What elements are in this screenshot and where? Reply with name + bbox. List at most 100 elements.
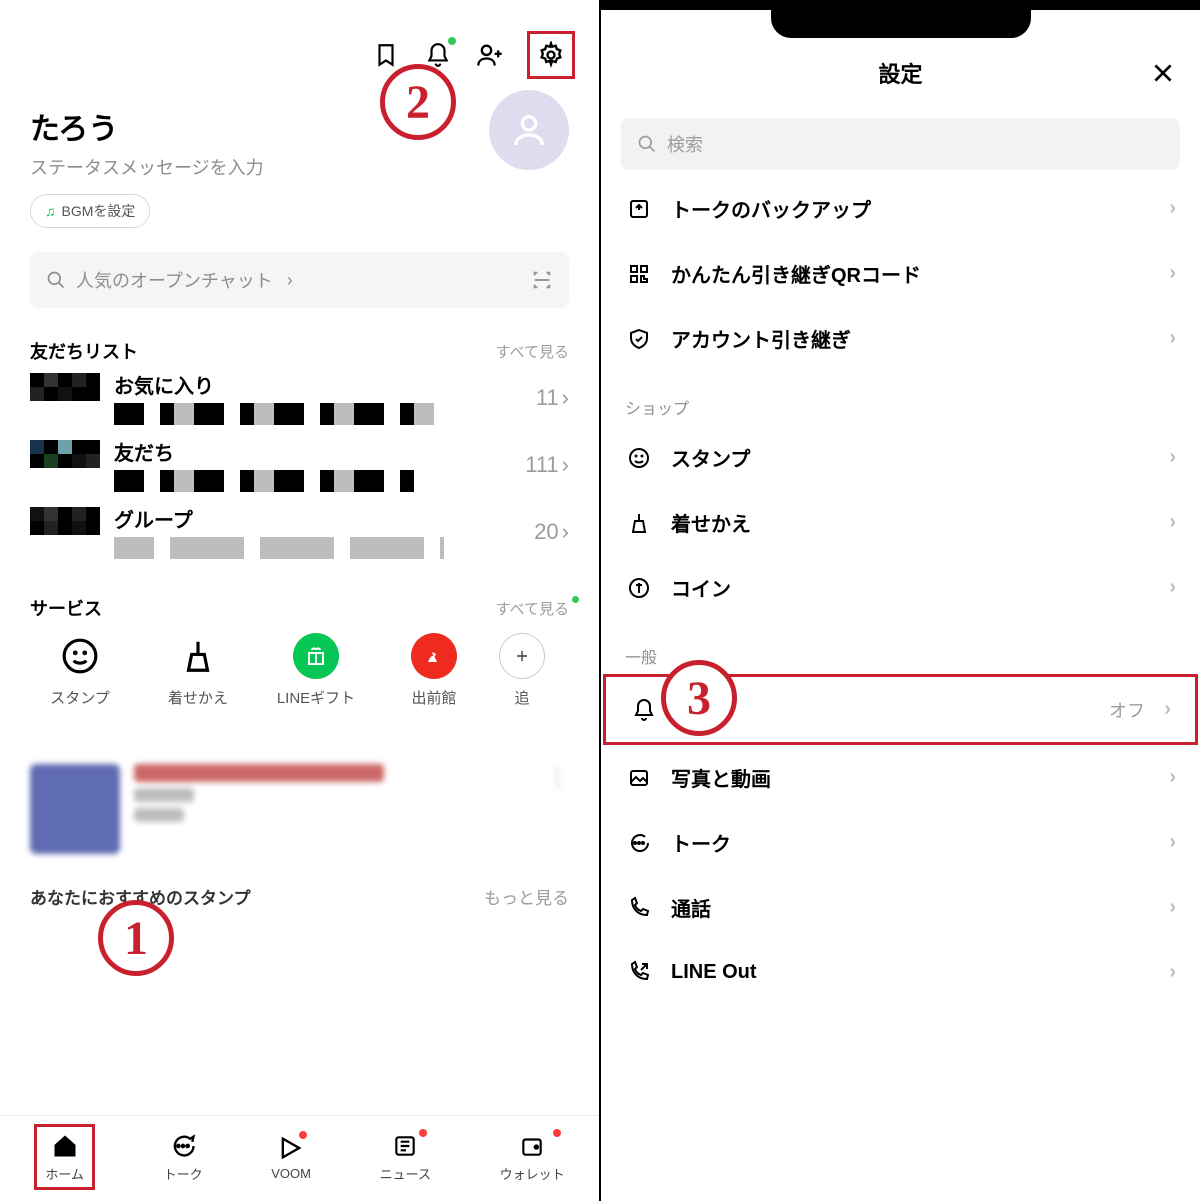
tab-home[interactable]: ホーム xyxy=(45,1131,84,1183)
pixelated-avatar-icon xyxy=(30,440,100,490)
friends-row-name: グループ xyxy=(114,504,520,533)
demaekan-icon xyxy=(411,633,457,679)
row-label: 着せかえ xyxy=(671,508,751,537)
friends-section-header: 友だちリスト すべて見る xyxy=(0,338,599,364)
settings-row-qr[interactable]: かんたん引き継ぎQRコード › xyxy=(601,241,1200,306)
settings-search[interactable]: 検索 xyxy=(621,118,1180,170)
wallet-icon xyxy=(517,1131,547,1161)
service-demaekan[interactable]: 出前館 xyxy=(384,633,484,708)
recs-more[interactable]: もっと見る xyxy=(484,884,569,909)
status-message[interactable]: ステータスメッセージを入力 xyxy=(30,154,569,180)
qr-scan-icon[interactable] xyxy=(531,269,553,291)
settings-row-coin[interactable]: コイン › xyxy=(601,555,1200,620)
recommendations-header: あなたにおすすめのスタンプ もっと見る xyxy=(0,884,599,909)
content-card[interactable]: ⋮ xyxy=(30,764,569,854)
music-note-icon: ♫ xyxy=(45,203,56,219)
row-label: アカウント引き継ぎ xyxy=(671,324,851,353)
profile-block: たろう ステータスメッセージを入力 ♫ BGMを設定 xyxy=(0,80,599,228)
friends-row-name: お気に入り xyxy=(114,370,522,399)
shield-check-icon xyxy=(625,325,653,353)
chevron-right-icon: › xyxy=(562,452,569,478)
tab-label: VOOM xyxy=(271,1166,311,1181)
friends-see-all[interactable]: すべて見る xyxy=(496,341,569,362)
coin-icon xyxy=(625,574,653,602)
service-label: LINEギフト xyxy=(277,687,355,708)
search-icon xyxy=(46,270,66,290)
add-friend-icon[interactable] xyxy=(475,40,505,70)
chevron-right-icon: › xyxy=(1169,327,1176,350)
phone-icon xyxy=(625,894,653,922)
tab-wallet[interactable]: ウォレット xyxy=(500,1131,565,1183)
friends-row-count: 11 xyxy=(536,385,559,411)
settings-row-stamp[interactable]: スタンプ › xyxy=(601,425,1200,490)
row-label: LINE Out xyxy=(671,961,757,984)
close-button[interactable] xyxy=(1148,58,1178,88)
chat-bubble-icon xyxy=(625,829,653,857)
settings-title: 設定 xyxy=(878,57,922,89)
plus-icon xyxy=(499,633,545,679)
tab-talk[interactable]: トーク xyxy=(164,1131,203,1183)
settings-row-account[interactable]: アカウント引き継ぎ › xyxy=(601,306,1200,371)
qr-icon xyxy=(625,260,653,288)
friends-row-friends[interactable]: 友だち 111› xyxy=(0,431,599,498)
service-label: 追 xyxy=(514,687,529,708)
bgm-button[interactable]: ♫ BGMを設定 xyxy=(30,194,150,228)
service-add[interactable]: 追 xyxy=(502,633,542,708)
smiley-icon xyxy=(57,633,103,679)
tab-news[interactable]: ニュース xyxy=(380,1131,431,1183)
chevron-right-icon: › xyxy=(1164,698,1171,721)
more-dots-icon[interactable]: ⋮ xyxy=(547,764,569,790)
brush-icon xyxy=(625,509,653,537)
row-label: 通話 xyxy=(671,893,711,922)
settings-search-placeholder: 検索 xyxy=(667,131,703,157)
tab-label: ニュース xyxy=(380,1164,431,1183)
service-label: 出前館 xyxy=(411,687,456,708)
service-theme[interactable]: 着せかえ xyxy=(148,633,248,708)
openchat-search[interactable]: 人気のオープンチャット › xyxy=(30,252,569,308)
services-section-header: サービス すべて見る xyxy=(0,595,599,621)
bookmark-icon[interactable] xyxy=(371,40,401,70)
news-icon xyxy=(390,1131,420,1161)
tab-label: トーク xyxy=(164,1164,203,1183)
gift-icon xyxy=(293,633,339,679)
tab-voom[interactable]: VOOM xyxy=(271,1133,311,1181)
settings-row-theme[interactable]: 着せかえ › xyxy=(601,490,1200,555)
settings-row-lineout[interactable]: LINE Out › xyxy=(601,940,1200,1004)
settings-row-call[interactable]: 通話 › xyxy=(601,875,1200,940)
service-gift[interactable]: LINEギフト xyxy=(266,633,366,708)
settings-row-photo[interactable]: 写真と動画 › xyxy=(601,745,1200,810)
settings-row-talk[interactable]: トーク › xyxy=(601,810,1200,875)
tab-bar: ホーム トーク VOOM ニュース ウォレット xyxy=(0,1115,599,1201)
settings-category-shop: ショップ xyxy=(601,371,1200,425)
content-thumbnail-icon xyxy=(30,764,120,854)
annotation-1: 1 xyxy=(98,900,174,976)
avatar[interactable] xyxy=(489,90,569,170)
row-label: トークのバックアップ xyxy=(671,194,871,223)
friends-row-favorites[interactable]: お気に入り 11› xyxy=(0,364,599,431)
service-stamp[interactable]: スタンプ xyxy=(30,633,130,708)
chevron-right-icon: › xyxy=(1169,896,1176,919)
chevron-right-icon: › xyxy=(287,270,293,291)
row-label: スタンプ xyxy=(671,443,750,472)
settings-button-highlight xyxy=(527,31,575,79)
settings-header: 設定 xyxy=(601,38,1200,108)
home-icon xyxy=(50,1131,80,1161)
chevron-right-icon: › xyxy=(1169,511,1176,534)
notification-dot-icon xyxy=(553,1129,561,1137)
settings-row-backup[interactable]: トークのバックアップ › xyxy=(601,176,1200,241)
chevron-right-icon: › xyxy=(562,385,569,411)
tab-label: ウォレット xyxy=(500,1164,565,1183)
chevron-right-icon: › xyxy=(1169,197,1176,220)
gear-icon[interactable] xyxy=(536,40,566,70)
friends-row-groups[interactable]: グループ 20› xyxy=(0,498,599,565)
pixelated-avatar-icon xyxy=(30,373,100,423)
tab-label: ホーム xyxy=(45,1164,84,1183)
chevron-right-icon: › xyxy=(1169,262,1176,285)
row-label: トーク xyxy=(671,828,731,857)
friends-row-count: 111 xyxy=(525,452,558,478)
row-label: かんたん引き継ぎQRコード xyxy=(671,259,921,288)
bell-icon xyxy=(630,696,658,724)
service-label: スタンプ xyxy=(50,687,110,708)
services-see-all[interactable]: すべて見る xyxy=(496,598,569,619)
notification-dot-icon xyxy=(419,1129,427,1137)
